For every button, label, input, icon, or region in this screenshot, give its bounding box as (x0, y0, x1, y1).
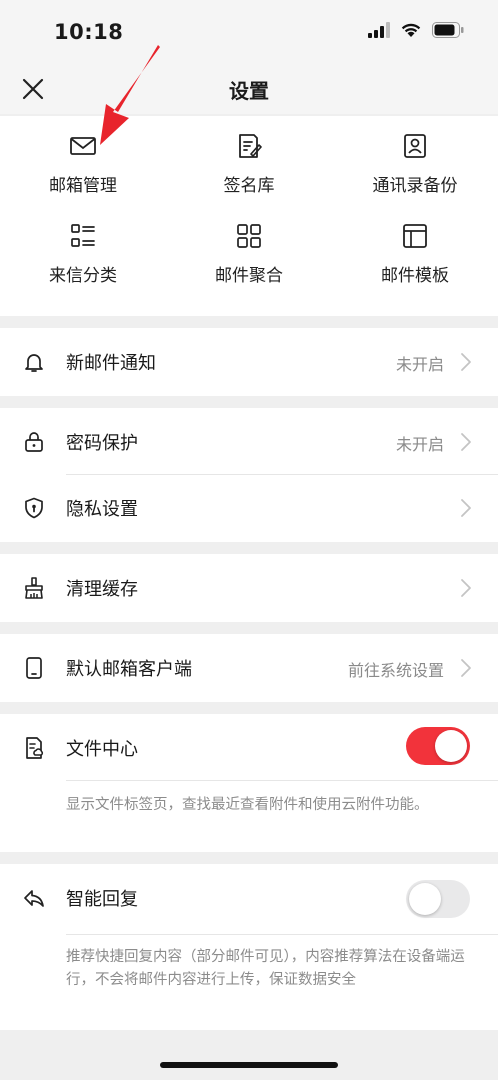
mail-icon (70, 137, 96, 155)
status-time: 10:18 (54, 20, 124, 44)
smart-reply-description: 推荐快捷回复内容（部分邮件可见），内容推荐算法在设备端运行，不会将邮件内容进行上… (66, 949, 465, 988)
toggle-knob (409, 883, 441, 915)
divider (66, 780, 498, 781)
privacy-settings-row[interactable]: 隐私设置 (0, 474, 498, 542)
row-label: 清理缓存 (66, 579, 138, 600)
row-value: 未开启 (395, 435, 444, 454)
toggle-knob (435, 730, 467, 762)
row-label: 密码保护 (66, 433, 138, 454)
grid-item-label: 邮件模板 (381, 266, 449, 286)
grid-item-label: 通讯录备份 (372, 176, 458, 196)
grid-item-label: 邮件聚合 (215, 266, 283, 286)
new-mail-notification-row[interactable]: 新邮件通知 未开启 (0, 328, 498, 396)
row-label: 新邮件通知 (66, 353, 156, 374)
shield-icon (25, 497, 43, 519)
grid-item-mail-aggregation[interactable]: 邮件聚合 (166, 206, 332, 296)
grid-item-label: 邮箱管理 (49, 176, 117, 196)
status-icons (368, 22, 464, 38)
file-icon (26, 737, 44, 759)
page-title: 设置 (229, 79, 269, 103)
signal-icon (368, 22, 390, 38)
grid-item-mail-templates[interactable]: 邮件模板 (332, 206, 498, 296)
smart-reply-card: 智能回复 推荐快捷回复内容（部分邮件可见），内容推荐算法在设备端运行，不会将邮件… (0, 864, 498, 1030)
nav-bar: 设置 (0, 62, 498, 114)
grid-icon (237, 224, 261, 248)
chevron-right-icon (461, 499, 471, 517)
reply-icon (24, 890, 44, 907)
file-center-description: 显示文件标签页，查找最近查看附件和使用云附件功能。 (66, 797, 429, 813)
list-icon (71, 224, 95, 247)
row-label: 隐私设置 (66, 499, 138, 520)
chevron-right-icon (461, 353, 471, 371)
grid-item-contacts-backup[interactable]: 通讯录备份 (332, 116, 498, 206)
grid-item-signatures[interactable]: 签名库 (166, 116, 332, 206)
shortcut-grid: 邮箱管理 签名库 通讯录备份 来信分类 邮件聚合 邮件模板 (0, 116, 498, 316)
signature-icon (239, 134, 262, 158)
template-icon (403, 224, 427, 248)
grid-item-mail-sorting[interactable]: 来信分类 (0, 206, 166, 296)
divider (66, 934, 498, 935)
chevron-right-icon (461, 659, 471, 677)
smart-reply-toggle[interactable] (406, 880, 470, 918)
wifi-icon (401, 23, 421, 37)
row-label: 默认邮箱客户端 (66, 659, 192, 680)
row-value: 前往系统设置 (347, 661, 444, 680)
cache-card: 清理缓存 (0, 554, 498, 622)
file-center-toggle[interactable] (406, 727, 470, 765)
broom-icon (25, 577, 43, 599)
notification-card: 新邮件通知 未开启 (0, 328, 498, 396)
status-bar: 10:18 (0, 0, 498, 62)
password-protection-row[interactable]: 密码保护 未开启 (0, 408, 498, 476)
clear-cache-row[interactable]: 清理缓存 (0, 554, 498, 622)
phone-icon (26, 657, 42, 679)
row-label: 文件中心 (66, 739, 138, 760)
default-client-card: 默认邮箱客户端 前往系统设置 (0, 634, 498, 702)
bell-icon (25, 354, 43, 372)
security-card: 密码保护 未开启 隐私设置 (0, 408, 498, 542)
chevron-right-icon (461, 579, 471, 597)
battery-icon (432, 22, 464, 38)
row-value: 未开启 (395, 355, 444, 374)
file-center-card: 文件中心 显示文件标签页，查找最近查看附件和使用云附件功能。 (0, 714, 498, 852)
default-mail-client-row[interactable]: 默认邮箱客户端 前往系统设置 (0, 634, 498, 702)
row-label: 智能回复 (66, 889, 138, 910)
home-indicator (160, 1062, 338, 1068)
grid-item-label: 签名库 (223, 176, 275, 196)
contacts-icon (404, 134, 426, 158)
grid-item-label: 来信分类 (49, 266, 117, 286)
grid-item-mailbox-management[interactable]: 邮箱管理 (0, 116, 166, 206)
lock-icon (25, 432, 43, 452)
chevron-right-icon (461, 433, 471, 451)
